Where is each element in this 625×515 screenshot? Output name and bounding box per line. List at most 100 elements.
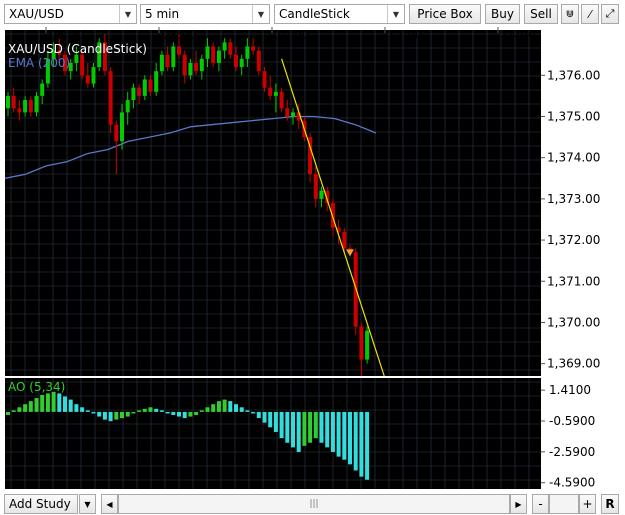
ao-bar <box>330 411 335 452</box>
price-tick-label: 1,370.00 <box>547 315 600 329</box>
candle-body <box>245 46 250 59</box>
candle-body <box>80 54 85 76</box>
candle-body <box>330 203 335 228</box>
zoom-out-button[interactable]: - <box>532 494 549 514</box>
price-tick-label: 1,371.00 <box>547 274 600 288</box>
ao-bar <box>291 411 295 448</box>
ao-bar <box>125 411 130 417</box>
tools-icon[interactable]: ⋓ <box>561 4 579 24</box>
candle-body <box>205 46 210 59</box>
ao-bar <box>239 407 244 412</box>
ao-bar <box>353 411 358 471</box>
candle-body <box>216 50 221 63</box>
ao-tick-label: -4.5900 <box>549 476 595 490</box>
ao-bar <box>308 411 313 443</box>
ao-bar <box>251 411 256 414</box>
ao-bar <box>319 411 324 443</box>
ao-bar <box>11 410 16 412</box>
candle-body <box>319 190 324 199</box>
ao-bar <box>102 411 107 420</box>
ao-tick-label: 1.4100 <box>549 383 591 397</box>
ao-bar <box>34 398 39 412</box>
ao-bar <box>359 411 364 477</box>
price-tick-label: 1,373.00 <box>547 192 600 206</box>
ao-bar <box>45 393 50 412</box>
candle-body <box>171 46 176 68</box>
chart-title: XAU/USD (CandleStick) <box>8 42 147 56</box>
chart-type-select[interactable]: CandleStick ▼ <box>274 4 405 24</box>
price-panel <box>5 30 541 376</box>
candle-body <box>285 108 290 117</box>
interval-value: 5 min <box>145 7 180 21</box>
ao-bar <box>114 411 119 420</box>
fullscreen-icon[interactable]: ⤢ <box>601 4 619 24</box>
buy-button[interactable]: Buy <box>485 4 520 24</box>
candle-body <box>165 54 170 68</box>
candle-body <box>234 54 238 68</box>
candle-body <box>91 67 96 84</box>
zoom-in-button[interactable]: + <box>579 494 596 514</box>
candle-body <box>239 58 244 68</box>
ao-tick-label: -2.5900 <box>549 445 595 459</box>
candle-body <box>34 95 39 113</box>
candle-body <box>273 91 278 96</box>
symbol-select[interactable]: XAU/USD ▼ <box>4 4 137 24</box>
candle-body <box>23 100 28 113</box>
chevron-down-icon[interactable]: ▼ <box>387 5 404 23</box>
candle-body <box>6 95 10 109</box>
ao-bar <box>68 399 73 412</box>
ao-bar <box>205 407 210 412</box>
add-study-button[interactable]: Add Study <box>4 494 78 514</box>
ao-bar <box>342 411 347 460</box>
ao-tick-label: -0.5900 <box>549 414 595 428</box>
ao-bar <box>194 411 199 415</box>
ao-bar <box>256 411 261 419</box>
zoom-slider[interactable] <box>549 494 579 514</box>
sell-button[interactable]: Sell <box>524 4 558 24</box>
ao-bar <box>177 411 181 417</box>
price-tick-label: 1,369.00 <box>547 357 600 371</box>
ao-bar <box>154 408 159 412</box>
reset-button[interactable]: R <box>601 494 619 514</box>
candle-body <box>199 58 204 72</box>
symbol-value: XAU/USD <box>9 7 64 21</box>
candle-body <box>28 100 33 113</box>
ao-bar <box>245 410 250 412</box>
time-tick-label: 12:00 <box>388 28 423 42</box>
interval-select[interactable]: 5 min ▼ <box>140 4 270 24</box>
scroll-thumb-grip-icon[interactable]: ||| <box>309 499 318 509</box>
horizontal-scrollbar[interactable]: ||| <box>118 494 510 514</box>
ao-bar <box>131 411 136 414</box>
ao-bar <box>188 411 193 417</box>
chart-area[interactable]: 06:00 08:00 10:00 12:00 14:00 1,376.00 1,375.… <box>4 27 604 492</box>
ao-bar <box>165 411 170 414</box>
candle-body <box>17 108 22 113</box>
ao-bar <box>6 411 10 415</box>
draw-line-icon[interactable]: ⁄ <box>581 4 599 24</box>
ao-bar <box>40 394 45 412</box>
ao-bar <box>199 410 204 412</box>
chevron-down-icon[interactable]: ▼ <box>252 5 269 23</box>
chevron-down-icon[interactable]: ▼ <box>119 5 136 23</box>
ao-bar <box>171 411 176 415</box>
candle-body <box>268 87 273 96</box>
price-box-button[interactable]: Price Box <box>409 4 481 24</box>
candle-body <box>279 91 284 109</box>
candle-body <box>131 87 136 101</box>
ao-bar <box>91 411 96 414</box>
scroll-right-icon[interactable]: ▶ <box>510 494 527 514</box>
ema-label: EMA (200) <box>8 56 70 70</box>
ao-bar <box>74 404 79 412</box>
scroll-left-icon[interactable]: ◀ <box>101 494 118 514</box>
candle-body <box>154 71 159 92</box>
ao-bar <box>222 399 227 412</box>
ao-bar <box>313 411 318 439</box>
candle-body <box>177 46 181 55</box>
ao-bar <box>296 411 301 452</box>
price-tick-label: 1,374.00 <box>547 151 600 165</box>
ao-bar <box>120 411 124 419</box>
add-study-dropdown[interactable]: ▼ <box>79 494 96 514</box>
ao-bar <box>336 411 341 457</box>
candle-body <box>137 87 142 96</box>
ao-bar <box>17 407 22 412</box>
